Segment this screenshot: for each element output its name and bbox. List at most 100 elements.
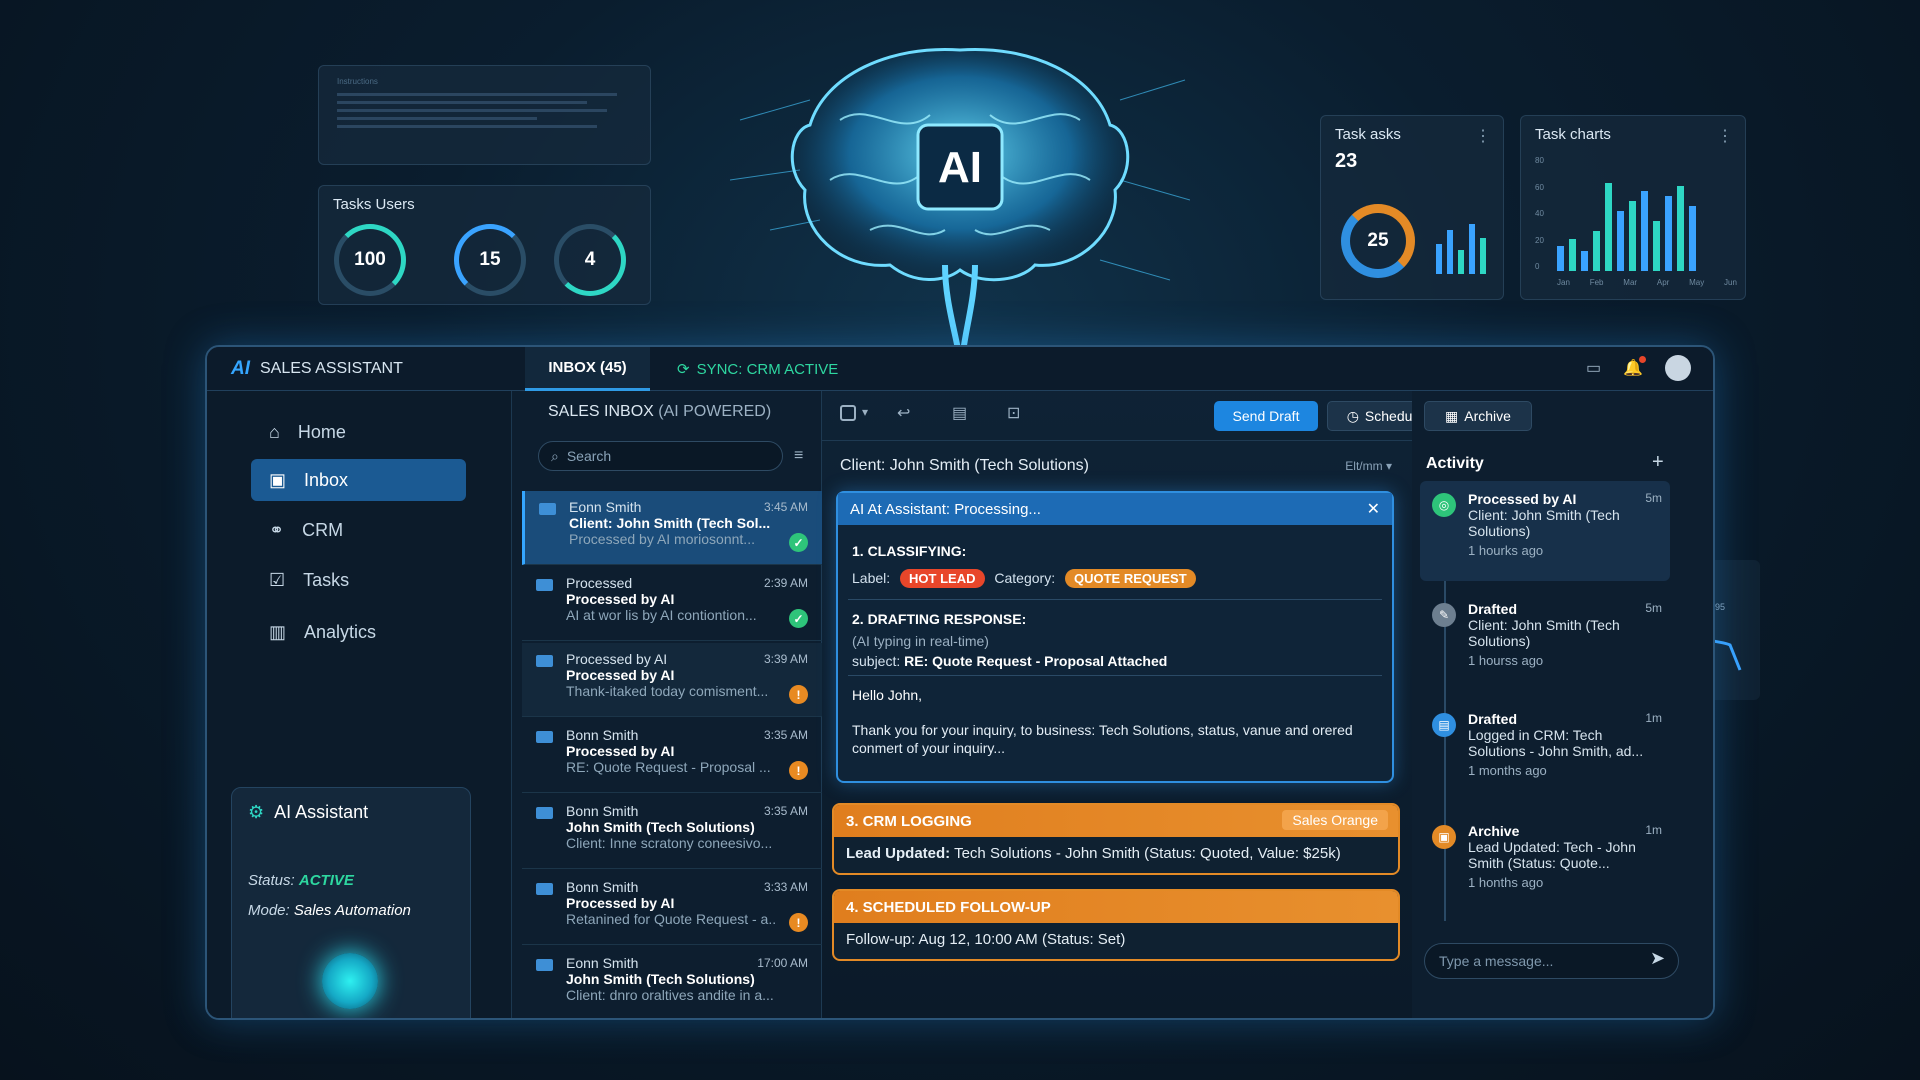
- send-draft-button[interactable]: Send Draft: [1214, 401, 1318, 431]
- ai-processing-panel: AI At Assistant: Processing... ✕ 1. CLAS…: [836, 491, 1394, 783]
- document-icon: ▤: [1432, 713, 1456, 737]
- sidebar-item-analytics[interactable]: ▥ Analytics: [251, 611, 466, 653]
- pencil-icon: ✎: [1432, 603, 1456, 627]
- sidebar-item-home[interactable]: ⌂ Home: [251, 411, 466, 453]
- task-asks-count: 23: [1335, 150, 1358, 172]
- assistant-orb-icon: [322, 953, 378, 1009]
- check-icon: ✓: [789, 609, 808, 628]
- tasks-users-widget: Tasks Users 100 15 4: [318, 185, 651, 305]
- instructions-widget: Instructions: [318, 65, 651, 165]
- home-icon: ⌂: [269, 421, 280, 442]
- task-charts-bars: [1557, 176, 1737, 271]
- ai-assistant-card: ⚙ AI Assistant Status: ACTIVE Mode: Sale…: [231, 787, 471, 1018]
- top-bar: AI SALES ASSISTANT INBOX (45) ⟳ SYNC: CR…: [207, 347, 1713, 391]
- activity-item[interactable]: ✎ Drafted 5m Client: John Smith (Tech Sol…: [1420, 591, 1670, 691]
- hot-lead-badge: HOT LEAD: [900, 569, 985, 588]
- processing-header: AI At Assistant: Processing... ✕: [838, 493, 1392, 525]
- draft-subject: RE: Quote Request - Proposal Attached: [904, 653, 1168, 669]
- users-ring-3: 4: [554, 224, 626, 296]
- sidebar-item-crm[interactable]: ⚭ CRM: [251, 509, 466, 551]
- notification-bell-icon[interactable]: 🔔: [1623, 356, 1646, 378]
- activity-item[interactable]: ▣ Archive 1m Lead Updated: Tech - John Sm…: [1420, 813, 1670, 913]
- archive-box-icon[interactable]: ▤: [952, 403, 967, 423]
- quote-request-badge: QUOTE REQUEST: [1064, 569, 1196, 588]
- inbox-column: SALES INBOX (AI POWERED) ⌕ Search ≡ Eonn…: [512, 391, 822, 1018]
- task-asks-bars: [1436, 214, 1491, 274]
- brain-chip-label: AI: [938, 143, 982, 192]
- app-brand: AI SALES ASSISTANT: [231, 358, 403, 380]
- clock-icon: ◷: [1346, 407, 1359, 424]
- assistant-title: AI Assistant: [274, 802, 369, 822]
- clipboard-icon: ☑: [269, 569, 286, 590]
- activity-panel: ▦ Archive Activity + ◎ Processed by AI 5m …: [1412, 391, 1713, 1018]
- archive-button[interactable]: ▦ Archive: [1424, 401, 1532, 431]
- chevron-down-icon[interactable]: ▾: [862, 405, 868, 419]
- crm-lead-text: Tech Solutions - John Smith (Status: Quo…: [954, 845, 1341, 862]
- close-icon[interactable]: ✕: [1367, 499, 1380, 519]
- task-charts-title: Task charts: [1535, 126, 1611, 143]
- gear-icon: ⚙: [248, 802, 265, 822]
- draft-body: Thank you for your inquiry, to business:…: [852, 722, 1353, 756]
- sales-tag-badge: Sales Orange: [1282, 810, 1388, 830]
- check-icon: ✓: [789, 533, 808, 552]
- reply-icon[interactable]: ↩: [897, 403, 910, 423]
- warning-icon: !: [789, 913, 808, 932]
- brand-name: SALES ASSISTANT: [260, 360, 403, 377]
- envelope-icon: [536, 807, 553, 819]
- list-item[interactable]: Bonn Smith 3:35 AM Processed by AI RE: Qu…: [522, 719, 822, 793]
- send-icon[interactable]: ➤: [1650, 948, 1665, 969]
- time-format-select[interactable]: Elt/mm ▾: [1345, 459, 1392, 473]
- list-item[interactable]: Processed by AI 3:39 AM Processed by AI T…: [522, 643, 822, 717]
- classifying-title: 1. CLASSIFYING:: [852, 543, 967, 559]
- assistant-mode: Sales Automation: [293, 902, 411, 919]
- message-input[interactable]: Type a message...: [1424, 943, 1679, 979]
- add-icon[interactable]: +: [1652, 451, 1664, 474]
- activity-item[interactable]: ▤ Drafted 1m Logged in CRM: Tech Solution…: [1420, 701, 1670, 801]
- tasks-users-title: Tasks Users: [333, 196, 415, 213]
- brand-ai-logo: AI: [231, 358, 250, 379]
- follow-up-panel: 4. SCHEDULED FOLLOW-UP Follow-up: Aug 12…: [832, 889, 1400, 961]
- user-avatar-icon[interactable]: [1665, 355, 1691, 381]
- envelope-icon: [536, 959, 553, 971]
- client-title: Client: John Smith (Tech Solutions): [840, 457, 1089, 474]
- warning-icon: !: [789, 685, 808, 704]
- follow-up-text: Follow-up: Aug 12, 10:00 AM (Status: Set…: [846, 931, 1126, 948]
- drafting-title: 2. DRAFTING RESPONSE:: [852, 611, 1027, 627]
- ai-brain-illustration: AI: [730, 47, 1190, 361]
- inbox-title: SALES INBOX (AI POWERED): [548, 403, 772, 420]
- list-item[interactable]: Processed 2:39 AM Processed by AI AI at w…: [522, 567, 822, 641]
- lock-icon[interactable]: ⊡: [1007, 403, 1020, 423]
- envelope-icon: [536, 731, 553, 743]
- users-ring-1: 100: [334, 224, 406, 296]
- message-toolbar: ▾ ↩ ▤ ⊡ Send Draft ◷ Schedule: [822, 391, 1443, 441]
- sync-status: ⟳ SYNC: CRM ACTIVE: [677, 360, 839, 379]
- sales-assistant-window: AI SALES ASSISTANT INBOX (45) ⟳ SYNC: CR…: [205, 345, 1715, 1020]
- task-asks-title: Task asks: [1335, 126, 1401, 143]
- select-checkbox-icon[interactable]: [840, 405, 856, 421]
- sidebar-item-tasks[interactable]: ☑ Tasks: [251, 559, 466, 601]
- chat-icon[interactable]: ▭: [1586, 358, 1601, 378]
- search-input[interactable]: ⌕ Search: [538, 441, 783, 471]
- list-item[interactable]: Bonn Smith 3:35 AM John Smith (Tech Solut…: [522, 795, 822, 869]
- list-item[interactable]: Bonn Smith 3:33 AM Processed by AI Retani…: [522, 871, 822, 945]
- activity-item[interactable]: ◎ Processed by AI 5m Client: John Smith (…: [1420, 481, 1670, 581]
- list-item[interactable]: Eonn Smith 17:00 AM John Smith (Tech Solu…: [522, 947, 822, 1018]
- inbox-icon: ▣: [269, 469, 287, 490]
- draft-greeting: Hello John,: [852, 687, 923, 703]
- instructions-title: Instructions: [337, 77, 378, 86]
- check-circle-icon: ◎: [1432, 493, 1456, 517]
- typing-note: (AI typing in real-time): [852, 633, 989, 649]
- sidebar-item-inbox[interactable]: ▣ Inbox: [251, 459, 466, 501]
- kebab-icon[interactable]: ⋮: [1475, 126, 1491, 146]
- crm-logging-panel: 3. CRM LOGGING Sales Orange Lead Updated…: [832, 803, 1400, 875]
- list-item[interactable]: Eonn Smith 3:45 AM Client: John Smith (Te…: [522, 491, 822, 565]
- archive-icon: ▦: [1445, 407, 1459, 424]
- tab-inbox[interactable]: INBOX (45): [525, 347, 650, 391]
- envelope-icon: [536, 883, 553, 895]
- sync-icon: ⟳: [677, 361, 690, 378]
- kebab-icon[interactable]: ⋮: [1717, 126, 1733, 146]
- search-icon: ⌕: [551, 447, 559, 464]
- filter-icon[interactable]: ≡: [794, 447, 803, 465]
- users-ring-2: 15: [454, 224, 526, 296]
- warning-icon: !: [789, 761, 808, 780]
